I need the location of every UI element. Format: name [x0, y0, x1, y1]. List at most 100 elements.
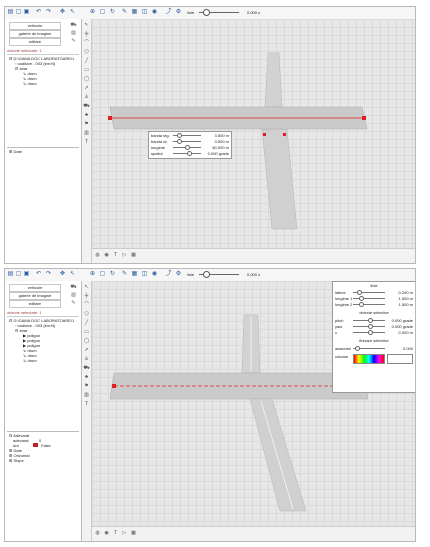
select-icon[interactable]: ↖	[69, 9, 76, 16]
text-icon[interactable]: T	[83, 401, 90, 408]
slider-knob[interactable]	[185, 145, 190, 150]
3d-viewport[interactable]: banda stg. 3.500 m banda dr. 3.500 m lun…	[92, 19, 415, 249]
globe-icon[interactable]: ◍	[94, 252, 101, 259]
redo-icon[interactable]: ↷	[45, 271, 52, 278]
move-icon[interactable]: ✥	[59, 9, 66, 16]
export-icon[interactable]: ⤴	[165, 271, 172, 278]
handle-left[interactable]	[112, 384, 116, 388]
arrow-icon[interactable]: ▷	[121, 530, 128, 537]
road-icon[interactable]: ╪	[83, 293, 90, 300]
grid-icon[interactable]: ▦	[131, 271, 138, 278]
image-icon[interactable]: ▧	[70, 292, 77, 299]
pointer-icon[interactable]: ↖	[83, 22, 90, 29]
rect-icon[interactable]: ▭	[83, 329, 90, 336]
slider-knob[interactable]	[359, 302, 364, 307]
undo-icon[interactable]: ↶	[35, 271, 42, 278]
car-icon[interactable]: ⛟	[83, 365, 90, 372]
redo-icon[interactable]: ↷	[45, 9, 52, 16]
sign-icon[interactable]: ⚑	[83, 121, 90, 128]
road-north[interactable]	[264, 52, 283, 108]
circle-icon[interactable]: ◯	[83, 338, 90, 345]
gallery-button[interactable]: galerie de imagine	[9, 292, 61, 300]
line-slider-knob[interactable]	[203, 9, 210, 16]
slider-knob[interactable]	[355, 346, 360, 351]
tree-item[interactable]: ↳ drum	[23, 358, 37, 363]
save-icon[interactable]: ▣	[23, 271, 30, 278]
handle-right[interactable]	[362, 116, 366, 120]
road-south[interactable]	[261, 128, 298, 230]
rotate-icon[interactable]: ↻	[109, 271, 116, 278]
camera-icon[interactable]: ◉	[103, 252, 110, 259]
arrow-icon[interactable]: ➚	[83, 85, 90, 92]
arrow-icon[interactable]: ▷	[121, 252, 128, 259]
rect-icon[interactable]: ▭	[83, 67, 90, 74]
road-icon[interactable]: ╪	[83, 31, 90, 38]
slider-knob[interactable]	[368, 330, 373, 335]
road-south[interactable]	[249, 398, 307, 512]
line-slider-knob[interactable]	[203, 271, 210, 278]
color-preview[interactable]	[387, 354, 413, 364]
grid-icon[interactable]: ▦	[130, 252, 137, 259]
slider-knob[interactable]	[368, 318, 373, 323]
tree-icon[interactable]: ♣	[83, 374, 90, 381]
sign-icon[interactable]: ⚑	[83, 383, 90, 390]
zoom-icon[interactable]: ⊕	[89, 9, 96, 16]
line-icon[interactable]: ╱	[83, 58, 90, 65]
text-icon[interactable]: T	[112, 252, 119, 259]
handle-mid-2[interactable]	[283, 133, 286, 136]
curve-icon[interactable]: ⌒	[83, 40, 90, 47]
camera-icon[interactable]: ◉	[151, 9, 158, 16]
undo-icon[interactable]: ↶	[35, 9, 42, 16]
wall-icon[interactable]: ▥	[83, 392, 90, 399]
person-icon[interactable]: ♙	[83, 356, 90, 363]
edit-button[interactable]: editare	[9, 38, 61, 46]
rotate-icon[interactable]: ↻	[109, 9, 116, 16]
settings-icon[interactable]: ⚙	[175, 9, 182, 16]
save-icon[interactable]: ▣	[23, 9, 30, 16]
text-icon[interactable]: T	[83, 139, 90, 146]
view-icon[interactable]: ◫	[141, 9, 148, 16]
slider-track[interactable]	[353, 298, 385, 299]
tree-icon[interactable]: ♣	[83, 112, 90, 119]
measure-icon[interactable]: ✎	[121, 271, 128, 278]
pointer-icon[interactable]: ↖	[83, 284, 90, 291]
new-file-icon[interactable]: ▢	[15, 271, 22, 278]
prop-section[interactable]: ⊞ Slope	[9, 458, 24, 463]
folder-open-icon[interactable]: ▤	[7, 271, 14, 278]
curve-icon[interactable]: ⌒	[83, 302, 90, 309]
car-icon[interactable]: ⛟	[83, 103, 90, 110]
color-picker[interactable]	[353, 354, 385, 364]
settings-icon[interactable]: ⚙	[175, 271, 182, 278]
circle-icon[interactable]: ◯	[83, 76, 90, 83]
globe-icon[interactable]: ◍	[94, 530, 101, 537]
pan-icon[interactable]: ▢	[99, 271, 106, 278]
edit-button[interactable]: editare	[9, 300, 61, 308]
move-icon[interactable]: ✥	[59, 271, 66, 278]
zoom-icon[interactable]: ⊕	[89, 271, 96, 278]
tree-item[interactable]: ↳ drum	[23, 81, 37, 86]
new-file-icon[interactable]: ▢	[15, 9, 22, 16]
grid-icon[interactable]: ▦	[131, 9, 138, 16]
3d-viewport[interactable]: linie latime 0.200 m lungime 1 1.500 m l…	[92, 281, 415, 527]
view-icon[interactable]: ◫	[141, 271, 148, 278]
slider-knob[interactable]	[368, 324, 373, 329]
text-icon[interactable]: T	[112, 530, 119, 537]
select-icon[interactable]: ↖	[69, 271, 76, 278]
folder-open-icon[interactable]: ▤	[7, 9, 14, 16]
line-icon[interactable]: ╱	[83, 320, 90, 327]
handle-mid-1[interactable]	[263, 133, 266, 136]
person-icon[interactable]: ♙	[83, 94, 90, 101]
slider-knob[interactable]	[359, 296, 364, 301]
measure-icon[interactable]: ✎	[121, 9, 128, 16]
grid-icon[interactable]: ▦	[130, 530, 137, 537]
gallery-button[interactable]: galerie de imagine	[9, 30, 61, 38]
slider-knob[interactable]	[177, 133, 182, 138]
pan-icon[interactable]: ▢	[99, 9, 106, 16]
arrow-icon[interactable]: ➚	[83, 347, 90, 354]
car-icon[interactable]: ⛟	[70, 284, 77, 291]
export-icon[interactable]: ⤴	[165, 9, 172, 16]
props-header[interactable]: ⊞ Date	[9, 149, 22, 154]
pencil-icon[interactable]: ✎	[70, 300, 77, 307]
vehicles-button[interactable]: vehicule	[9, 284, 61, 292]
slider-knob[interactable]	[187, 151, 192, 156]
